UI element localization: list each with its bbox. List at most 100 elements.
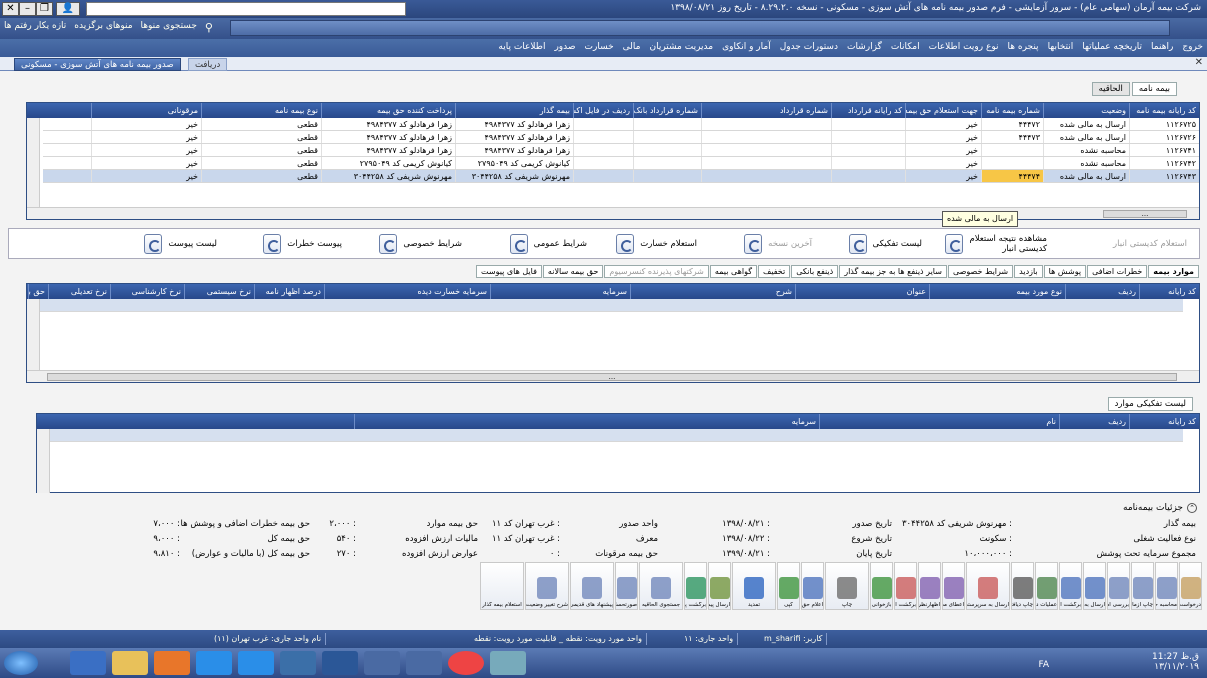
toolbar-button[interactable]: برگشت از مالی bbox=[1059, 562, 1082, 610]
menu-item[interactable]: دستورات جدول bbox=[780, 42, 838, 52]
grid-column-header[interactable]: شرح bbox=[630, 284, 795, 299]
tab-policy[interactable]: بیمه نامه bbox=[1131, 82, 1177, 96]
toolbar-button[interactable]: جستجوی الحاقیه bbox=[639, 562, 683, 610]
policy-grid-hscroll[interactable]: ... bbox=[27, 207, 1199, 219]
grid-column-header[interactable]: ردیف bbox=[1065, 284, 1139, 299]
menu-item[interactable]: مدیریت مشتریان bbox=[649, 42, 713, 52]
sub-tab[interactable]: گواهی بیمه bbox=[709, 265, 758, 278]
collapse-icon[interactable]: ⌃ bbox=[1187, 503, 1197, 513]
menu-item[interactable]: نوع رویت اطلاعات bbox=[929, 42, 999, 52]
title-search-input[interactable]: ⚲ bbox=[86, 2, 406, 16]
grid-column-header[interactable]: سرمایه bbox=[354, 414, 819, 429]
toolbar-button[interactable]: بررسی امکان ارسال به مالی bbox=[1107, 562, 1130, 610]
grid-column-header[interactable]: سرمایه خسارت دیده bbox=[324, 284, 490, 299]
action-button[interactable]: استعلام خسارت bbox=[616, 232, 697, 256]
menu-item[interactable]: اطلاعات پایه bbox=[498, 42, 545, 52]
restore-window-button[interactable]: ❐ bbox=[36, 2, 53, 16]
toolbar-button[interactable]: چاپ bbox=[825, 562, 869, 610]
toolbar-button[interactable]: بازخوانی bbox=[870, 562, 893, 610]
items-grid-vscroll[interactable] bbox=[27, 299, 40, 371]
grid-column-header[interactable]: جهت استعلام حق بیمه؟ bbox=[905, 103, 981, 118]
toolbar-button[interactable]: اعطای مجوز حدوداختیارات bbox=[942, 562, 965, 610]
items-grid-scroll-thumb[interactable]: ... bbox=[47, 373, 1177, 381]
menu-item[interactable]: خروج bbox=[1182, 42, 1203, 52]
details-header[interactable]: ⌃ جزئیات بیمه‌نامه bbox=[1123, 503, 1197, 513]
toolbar-button[interactable]: عملیات دریافت bbox=[1035, 562, 1058, 610]
grid-column-header[interactable]: درصد اظهار نامه bbox=[254, 284, 324, 299]
favorites-link[interactable]: منوهای برگزیده bbox=[74, 21, 132, 36]
toolbar-button[interactable]: شرح تغییر وضعیت bbox=[525, 562, 569, 610]
taskbar-app-icon[interactable] bbox=[70, 651, 106, 675]
toolbar-button[interactable]: تمدید bbox=[732, 562, 776, 610]
sub-tab[interactable]: حق بیمه سالانه bbox=[542, 265, 604, 278]
table-row[interactable]: ۱۱۲۶۷۴۱ محاسبه نشده خیر زهرا فرهادلو کد ۴۹۸… bbox=[43, 144, 1199, 157]
grid-column-header[interactable]: نوع مورد بیمه bbox=[929, 284, 1065, 299]
items-grid-row[interactable] bbox=[27, 299, 1183, 312]
items-grid-hscroll[interactable]: ... bbox=[27, 370, 1199, 382]
action-button[interactable]: لیست پیوست bbox=[144, 232, 217, 256]
sub-tab[interactable]: شرایط خصوصی bbox=[947, 265, 1014, 278]
grid-column-header[interactable]: کد رایانه بیمه نامه bbox=[1129, 103, 1199, 118]
grid-column-header[interactable]: شماره بیمه نامه bbox=[981, 103, 1043, 118]
refresh-link[interactable]: تازه یکار رفتم ها bbox=[4, 21, 66, 36]
menu-item[interactable]: راهنما bbox=[1151, 42, 1173, 52]
action-button[interactable]: شرایط عمومی bbox=[509, 232, 587, 256]
toolbar-button[interactable]: چاپ دیافتی bbox=[1011, 562, 1034, 610]
grid-column-header[interactable]: نوع بیمه نامه bbox=[201, 103, 321, 118]
toolbar-button[interactable]: استعلام بیمه گذار bbox=[480, 562, 524, 610]
toolbar-button[interactable]: ارسال به سرپرستی bbox=[966, 562, 1010, 610]
app-icon[interactable] bbox=[490, 651, 526, 675]
policy-grid-scroll-thumb[interactable]: ... bbox=[1103, 210, 1187, 218]
close-tab-icon[interactable]: ✕ bbox=[1195, 57, 1203, 68]
policy-grid-vscroll[interactable] bbox=[27, 118, 40, 208]
grid-column-header[interactable]: سرمایه bbox=[490, 284, 630, 299]
grid-column-header[interactable]: مرقونانی bbox=[91, 103, 201, 118]
toolbar-button[interactable]: درخواست مجوز bbox=[1179, 562, 1202, 610]
tab-endorsement[interactable]: الحاقیه bbox=[1091, 82, 1130, 96]
sub-tab[interactable]: ذینفع بانکی bbox=[791, 265, 839, 278]
toolbar-button[interactable]: چاپ آزمایشی bbox=[1131, 562, 1154, 610]
breakdown-grid-vscroll[interactable] bbox=[37, 429, 50, 493]
minimize-window-button[interactable]: – bbox=[19, 2, 36, 16]
grid-column-header[interactable]: شماره قرارداد بانک bbox=[633, 103, 701, 118]
start-button[interactable] bbox=[4, 651, 38, 675]
tab-policy-issue[interactable]: صدور بیمه نامه های آتش سوزی - مسکونی bbox=[14, 58, 181, 71]
action-button[interactable]: مشاهده نتیجه استعلام کدیستی انبار bbox=[945, 232, 1047, 256]
sub-tab[interactable]: بازدید bbox=[1014, 265, 1043, 278]
grid-column-header[interactable]: نرخ تعدیلی bbox=[48, 284, 110, 299]
breakdown-grid-row[interactable] bbox=[37, 429, 1183, 442]
user-icon[interactable]: 👤 bbox=[56, 2, 80, 16]
ie-icon[interactable] bbox=[238, 651, 274, 675]
menu-item[interactable]: انتخابها bbox=[1048, 42, 1074, 52]
menu-item[interactable]: صدور bbox=[554, 42, 575, 52]
grid-column-header[interactable]: کد رایانه bbox=[1129, 414, 1199, 429]
toolbar-button[interactable]: ارسال پیشنهاد bbox=[708, 562, 731, 610]
language-indicator[interactable]: FA bbox=[1038, 660, 1049, 670]
grid-column-header[interactable]: حق بیمه bbox=[28, 284, 48, 299]
toolbar-button[interactable]: کپی bbox=[777, 562, 800, 610]
explorer-icon[interactable] bbox=[112, 651, 148, 675]
toolbar-button[interactable]: برگشت پیشنهاد bbox=[684, 562, 707, 610]
grid-column-header[interactable]: وضعیت bbox=[1043, 103, 1129, 118]
sub-tab[interactable]: تخفیف bbox=[758, 265, 791, 278]
action-button[interactable]: شرایط خصوصی bbox=[379, 232, 462, 256]
grid-column-header[interactable]: نرخ سیستمی bbox=[184, 284, 254, 299]
menu-search-link[interactable]: جستجوی منوها bbox=[141, 21, 197, 36]
toolbar-button[interactable]: اظهارنظر حدوداختیارات bbox=[918, 562, 941, 610]
grid-column-header[interactable]: نرخ کارشناسی bbox=[110, 284, 184, 299]
favorites-dropdown[interactable] bbox=[230, 20, 1170, 36]
table-row[interactable]: ۱۱۲۶۷۲۶ ارسال به مالی شده ۴۴۴۷۳ خیر زهرا فره… bbox=[43, 131, 1199, 144]
sub-tab[interactable]: موارد بیمه bbox=[1148, 265, 1199, 278]
menu-search-icon[interactable]: ⚲ bbox=[205, 21, 213, 36]
action-button[interactable]: پیوست خطرات bbox=[263, 232, 342, 256]
chrome-icon[interactable] bbox=[448, 651, 484, 675]
action-button[interactable]: لیست تفکیکی bbox=[848, 232, 922, 256]
toolbar-button[interactable]: صورتحساب bbox=[615, 562, 638, 610]
menu-item[interactable]: پنجره ها bbox=[1008, 42, 1039, 52]
sub-tab[interactable]: سایر ذینفع ها به جز بیمه گذار bbox=[839, 265, 947, 278]
toolbar-button[interactable]: محاسبه حق بیمه bbox=[1155, 562, 1178, 610]
sub-tab[interactable]: خطرات اضافی bbox=[1087, 265, 1148, 278]
grid-column-header[interactable]: کد رایانه bbox=[1139, 284, 1199, 299]
menu-item[interactable]: آمار و انکاوی bbox=[722, 42, 771, 52]
menu-item[interactable]: امکانات bbox=[891, 42, 920, 52]
